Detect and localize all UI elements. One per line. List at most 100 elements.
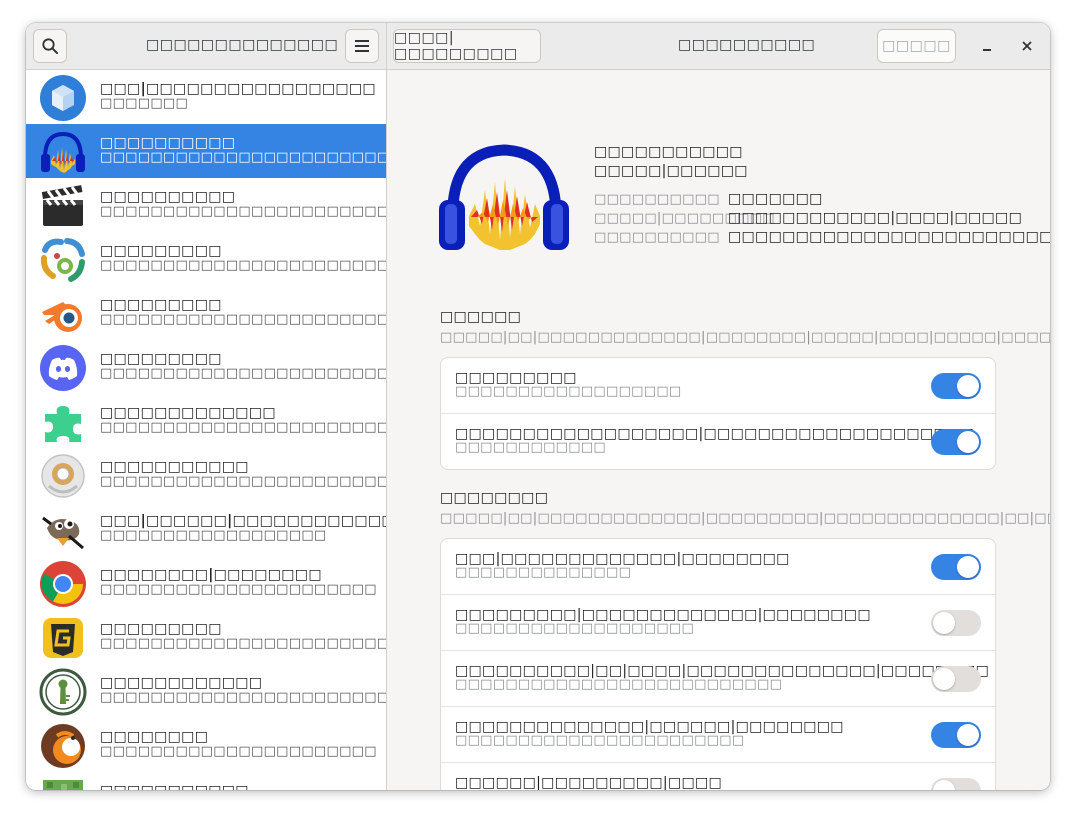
- minimize-icon: [983, 49, 991, 51]
- orange-bird-app-icon: [41, 724, 85, 768]
- gimp-app-icon: [42, 516, 84, 550]
- toggle-knob: [933, 668, 955, 690]
- app-name: □□□□□□□□□: [100, 351, 222, 367]
- permission-toggle[interactable]: [931, 429, 981, 455]
- open-settings-button[interactable]: □□□□|□□□□□□□□□: [393, 29, 541, 63]
- app-list-item[interactable]: □□□□□□□□□ □□□□□□□□□□□□□□□□□□□□□□□□□: [26, 286, 386, 340]
- app-description: □□□□□□□□□□□□□□□□□□□□□□□□□□□□□□□□□: [100, 150, 386, 165]
- app-name: □□□□□□□□□□: [100, 189, 236, 205]
- app-list-item[interactable]: □□□|□□□□□□□□□□□□□□□□□ □□□□□□□: [26, 70, 386, 124]
- app-list-item[interactable]: □□□□□□□□□□□ □□□□□□□□□□□□□□□□□□□□□□□□□□□□…: [26, 448, 386, 502]
- app-list-item[interactable]: □□□□□□□□□ □□□□□□□□□□□□□□□□□□□□□□□□□□□□□□…: [26, 232, 386, 286]
- hamburger-menu-icon: [355, 40, 369, 52]
- permission-toggle[interactable]: [931, 554, 981, 580]
- reset-button[interactable]: □□□□□: [877, 29, 956, 63]
- section-description: □□□□□|□□|□□□□□□□□□□□□□|□□□□□□□□□|□□□□□□□…: [440, 511, 1050, 526]
- section-title-permissions: □□□□□□: [440, 309, 522, 325]
- grass-block-app-icon: [43, 780, 83, 790]
- permission-subtitle: □□□□□□□□□□□□□□□□□□□□□□□□□□: [455, 677, 783, 692]
- permission-toggle[interactable]: [931, 610, 981, 636]
- app-list-item[interactable]: □□□□□□□□□ □□□□□□□□□□□□□□□□□□□□□□□□□□□: [26, 340, 386, 394]
- app-name: □□□|□□□□□□|□□□□□□□□□□□□□□□□□□□|□□□□□□□□: [100, 513, 386, 529]
- app-list-item[interactable]: □□□□□□□□|□□□□□□□□ □□□□□□□□□□□□□□□□□□□□□□: [26, 556, 386, 610]
- clapperboard-app-icon: [41, 185, 83, 226]
- blender-app-icon: [42, 302, 82, 332]
- toggle-knob: [933, 780, 955, 790]
- app-list-item[interactable]: □□□□□□□□□□□: [26, 772, 386, 790]
- blue-cube-app-icon: [40, 75, 86, 121]
- permission-toggle[interactable]: [931, 666, 981, 692]
- permission-subtitle: □□□□□□□□□□□□□□□□□□□: [455, 621, 695, 636]
- toggle-knob: [957, 431, 979, 453]
- app-description: □□□□□□□□□□□□□□□□□□□□□□: [100, 744, 377, 759]
- permission-row[interactable]: □□□□□□□□□|□□□□□□□□□□□□□|□□□□□□□□ □□□□□□□…: [441, 595, 995, 651]
- app-list-item-selected[interactable]: □□□□□□□□□□ □□□□□□□□□□□□□□□□□□□□□□□□□□□□□…: [26, 124, 386, 178]
- permission-row[interactable]: □□□□□□□□□ □□□□□□□□□□□□□□□□□□: [441, 358, 995, 414]
- app-name: □□□□□□□□□□: [100, 135, 236, 151]
- permission-toggle[interactable]: [931, 373, 981, 399]
- app-description: □□□□□□□□□□□□□□□□□□□□□□□□□□□□□□□□□□□: [100, 258, 387, 273]
- permission-row[interactable]: □□□□□□□□□□|□□|□□□□|□□□□□□□□□□□□□□|□□□□□□…: [441, 651, 995, 707]
- header-bar: □□□□□□□□□□□□□□ □□□□|□□□□□□□□□ □□□□□□□□□□…: [26, 23, 1050, 70]
- toggle-knob: [957, 724, 979, 746]
- app-subtitle: □□□□□|□□□□□□: [594, 163, 748, 179]
- main-title: □□□□□□□□□□: [678, 37, 816, 53]
- app-description: □□□□□□□□□□□□□□□□□□□□□□□□□□□□□□□: [100, 690, 387, 705]
- permission-row[interactable]: □□□□□□|□□□□□□□□□|□□□□ □□□□□□□□□□□□□□□□□□…: [441, 763, 995, 790]
- search-button[interactable]: [33, 29, 67, 63]
- header-separator: [386, 23, 387, 69]
- gold-g-app-icon: [43, 618, 83, 658]
- app-description: □□□□□□□□□□□□□□□□□□□□□□□□□: [100, 312, 387, 327]
- app-details-pane: □□□□□□□□□□□ □□□□□|□□□□□□ □□□□□□□□□□ □□□□…: [387, 70, 1050, 790]
- permission-subtitle: □□□□□□□□□□□□□□□□□□: [455, 384, 682, 399]
- permission-row[interactable]: □□□|□□□□□□□□□□□□□|□□□□□□□□ □□□□□□□□□□□□□…: [441, 539, 995, 595]
- app-name: □□□□□□□□|□□□□□□□□: [100, 567, 322, 583]
- app-title: □□□□□□□□□□□: [594, 144, 743, 160]
- discord-app-icon: [40, 345, 86, 391]
- permission-toggle[interactable]: [931, 722, 981, 748]
- app-name: □□□□□□□□□□□: [100, 783, 249, 790]
- toggle-knob: [957, 556, 979, 578]
- app-list-item[interactable]: □□□□□□□□□□ □□□□□□□□□□□□□□□□□□□□□□□□□□□: [26, 178, 386, 232]
- app-name: □□□□□□□□: [100, 729, 209, 745]
- colored-arcs-app-icon: [40, 238, 85, 282]
- puzzle-piece-app-icon: [45, 406, 81, 442]
- toggle-knob: [933, 612, 955, 634]
- permission-subtitle: □□□□□□□□□□□□□□□□□□□□□□□□□□□□: [455, 789, 807, 790]
- app-description: □□□□□□□: [100, 96, 189, 111]
- integration-card: □□□|□□□□□□□□□□□□□|□□□□□□□□ □□□□□□□□□□□□□…: [440, 538, 996, 790]
- app-list-item[interactable]: □□□□□□□□□□□□□ □□□□□□□□□□□□□□□□□□□□□□□□□□: [26, 394, 386, 448]
- detail-label: □□□□□□□□□□: [594, 230, 720, 245]
- app-description: □□□□□□□□□□□□□□□□□□□□□□□□□□□: [100, 366, 387, 381]
- close-button[interactable]: [1016, 35, 1038, 57]
- app-list-item[interactable]: □□□□□□□□ □□□□□□□□□□□□□□□□□□□□□□: [26, 718, 386, 772]
- app-name: □□□□□□□□□: [100, 621, 222, 637]
- chrome-app-icon: [40, 561, 86, 607]
- app-description: □□□□□□□□□□□□□□□□□□□□□□□□□□□: [100, 204, 387, 219]
- permission-toggle[interactable]: [931, 778, 981, 790]
- detail-value: □□□□□□□□□□□□□□□□□□□□□□□□□□□□□□□□□□□: [728, 229, 1050, 245]
- app-list-item[interactable]: □□□□□□□□□□□□ □□□□□□□□□□□□□□□□□□□□□□□□□□□…: [26, 664, 386, 718]
- menu-button[interactable]: [345, 29, 379, 63]
- headphones-waveform-app-icon: [41, 131, 85, 173]
- app-name: □□□|□□□□□□□□□□□□□□□□□: [100, 81, 376, 97]
- headphones-waveform-hero-icon: [439, 144, 569, 250]
- app-list-item[interactable]: □□□□□□□□□ □□□□□□□□□□□□□□□□□□□□□□□□: [26, 610, 386, 664]
- app-description: □□□□□□□□□□□□□□□□□□: [100, 528, 327, 543]
- app-list-item[interactable]: □□□|□□□□□□|□□□□□□□□□□□□□□□□□□□|□□□□□□□□ …: [26, 502, 386, 556]
- app-description: □□□□□□□□□□□□□□□□□□□□□□: [100, 582, 377, 597]
- minimize-button[interactable]: [976, 35, 998, 57]
- detail-value: □□□□□□□□□□□□|□□□□|□□□□□: [728, 210, 1023, 226]
- section-description: □□□□□|□□|□□□□□□□□□□□□□|□□□□□□□□|□□□□□|□□…: [440, 330, 1050, 345]
- app-name: □□□□□□□□□□□: [100, 459, 249, 475]
- detail-value: □□□□□□□: [728, 191, 823, 207]
- app-name: □□□□□□□□□: [100, 297, 222, 313]
- permission-title: □□□□□□|□□□□□□□□□|□□□□: [455, 775, 723, 790]
- close-icon: [1022, 41, 1032, 51]
- app-window: □□□□□□□□□□□□□□ □□□□|□□□□□□□□□ □□□□□□□□□□…: [26, 23, 1050, 790]
- permission-row[interactable]: □□□□□□□□□□□□□□|□□□□□□|□□□□□□□□ □□□□□□□□□…: [441, 707, 995, 763]
- app-name: □□□□□□□□□: [100, 243, 222, 259]
- permissions-card: □□□□□□□□□ □□□□□□□□□□□□□□□□□□ □□□□□□□□□□□…: [440, 357, 996, 470]
- app-list-sidebar: □□□|□□□□□□□□□□□□□□□□□ □□□□□□□ □□□□□□□□□□…: [26, 70, 387, 790]
- permission-row[interactable]: □□□□□□□□□□□□□□□□□□|□□□□□□□□□□□□□□□□□□□□ …: [441, 414, 995, 469]
